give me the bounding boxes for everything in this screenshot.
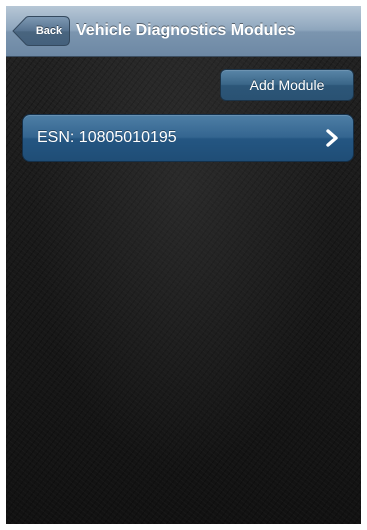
add-module-button[interactable]: Add Module	[220, 69, 354, 101]
navigation-bar: Back Vehicle Diagnostics Modules	[6, 6, 361, 57]
chevron-right-icon	[326, 129, 338, 147]
page-title: Vehicle Diagnostics Modules	[76, 22, 296, 39]
back-button-label: Back	[35, 25, 63, 37]
module-list-item[interactable]: ESN: 10805010195	[22, 114, 354, 162]
app-screen: Back Vehicle Diagnostics Modules Add Mod…	[6, 6, 361, 524]
module-esn-label: ESN: 10805010195	[37, 129, 177, 146]
add-module-label: Add Module	[249, 77, 325, 93]
back-button[interactable]: Back	[12, 16, 70, 46]
